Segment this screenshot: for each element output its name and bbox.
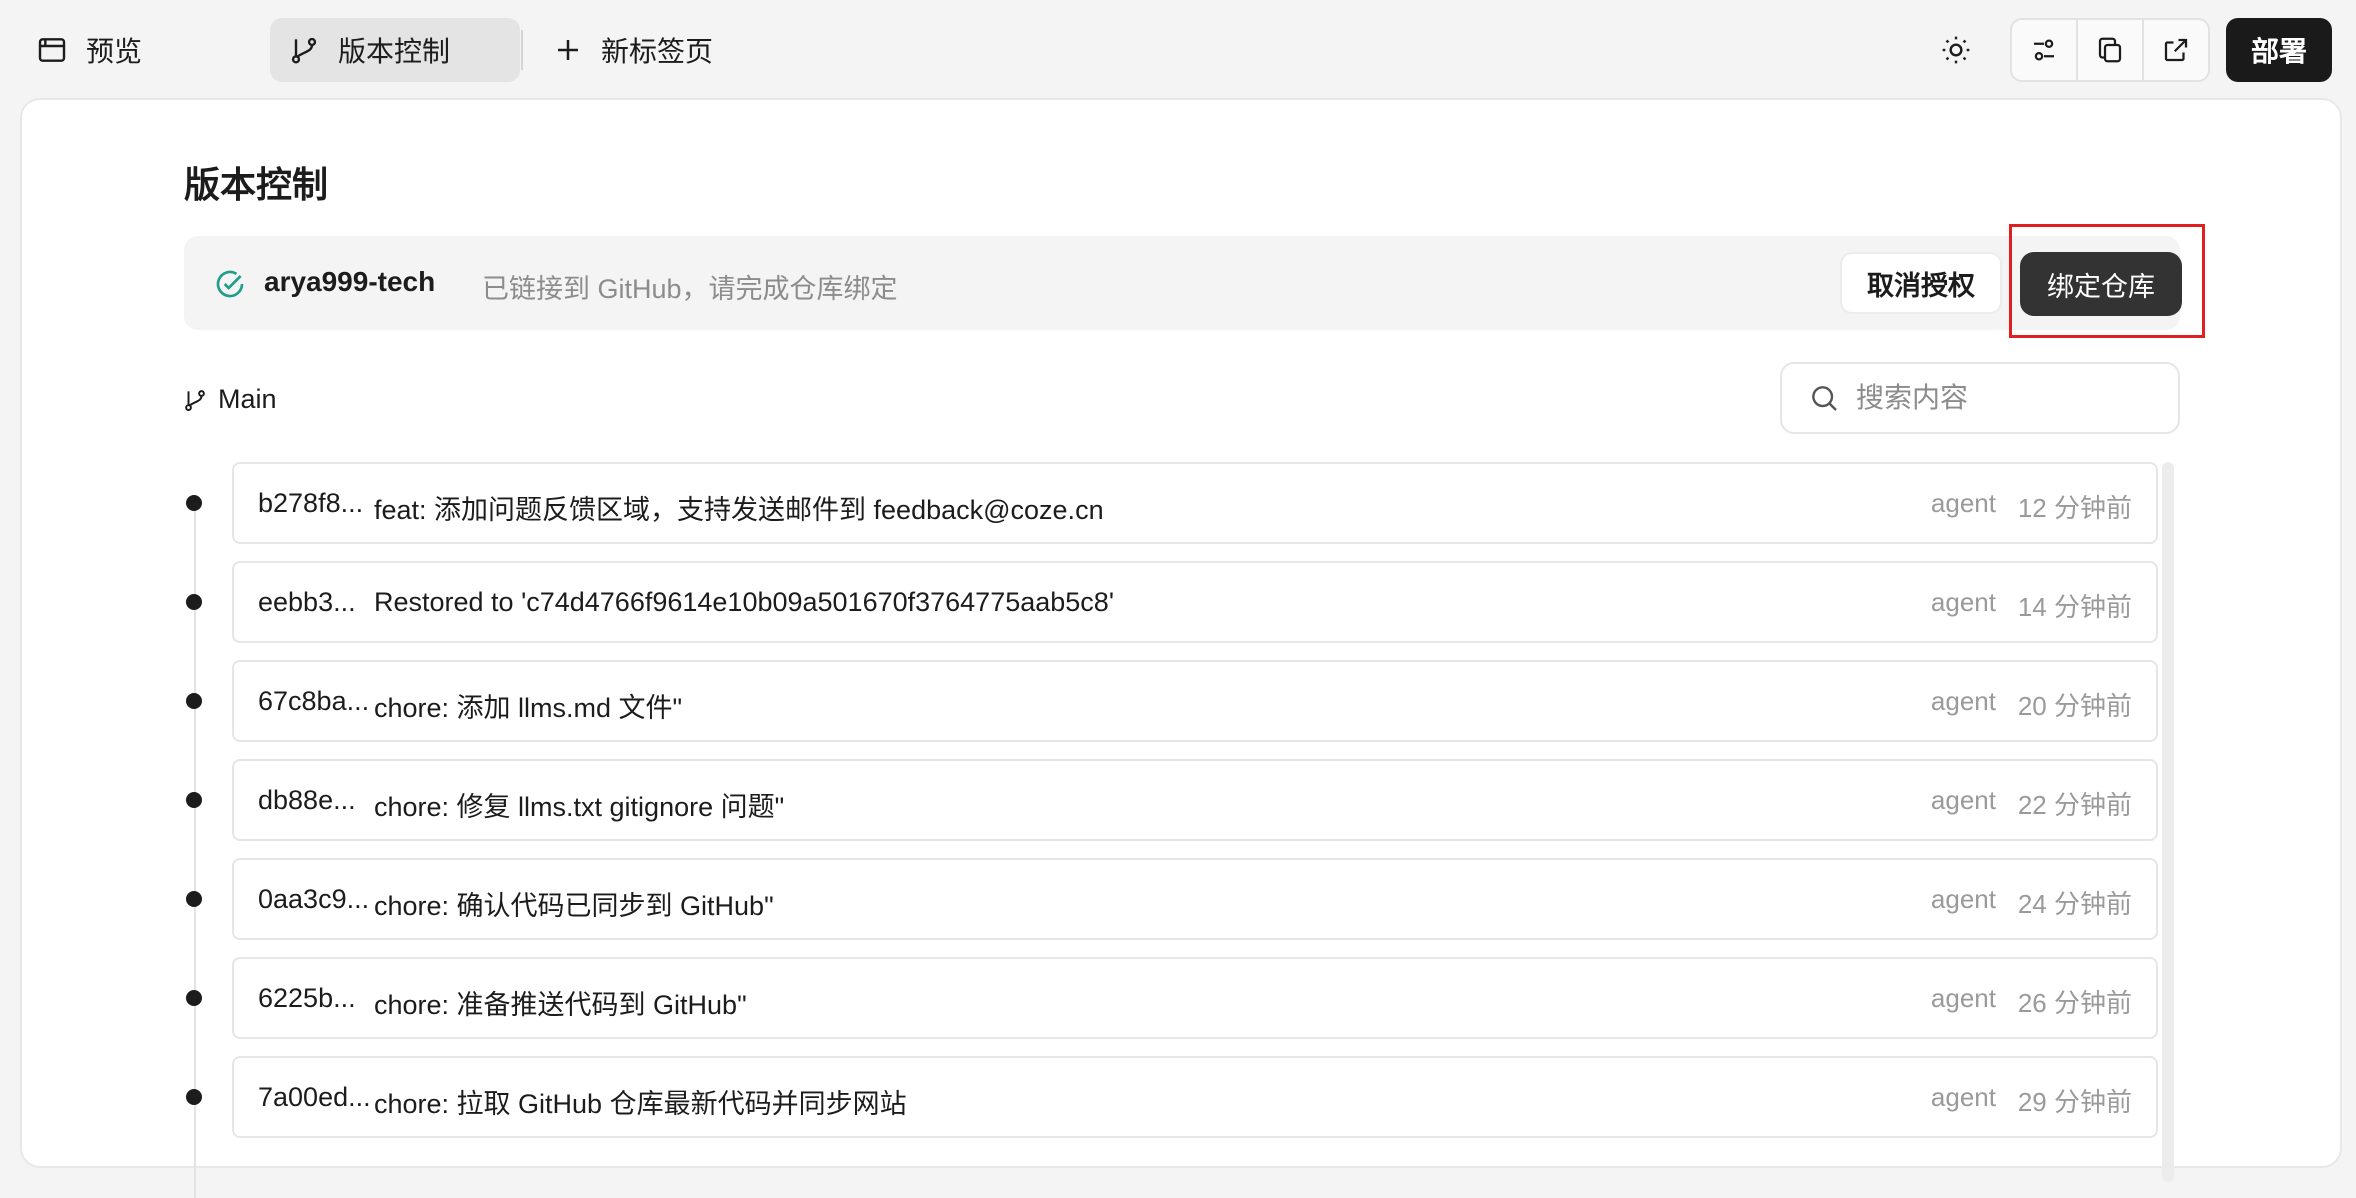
- commit-row[interactable]: db88e... chore: 修复 llms.txt gitignore 问题"…: [232, 759, 2158, 841]
- search-icon: [1812, 386, 1837, 411]
- search-input[interactable]: [1856, 382, 2156, 414]
- branch-name: Main: [218, 384, 277, 414]
- commit-row[interactable]: 6225b... chore: 准备推送代码到 GitHub" agent 26 分钟…: [232, 957, 2158, 1039]
- commit-author: agent: [1930, 686, 1996, 716]
- tab-preview-label: 预览: [86, 36, 143, 67]
- commit-author: agent: [1930, 785, 1996, 815]
- version-control-panel: 版本控制 arya999-tech 已链接到 GitHub，请完成仓库绑定 取消…: [20, 98, 2342, 1198]
- commit-time: 26 分钟前: [2017, 988, 2132, 1018]
- commit-author: agent: [1930, 587, 1996, 617]
- git-branch-icon: [291, 37, 317, 64]
- external-link-icon: [2164, 38, 2188, 62]
- commit-message: feat: 添加问题反馈区域，支持发送邮件到 feedback@coze.cn: [374, 495, 1104, 525]
- github-username: arya999-tech: [264, 266, 436, 297]
- toolbar-button-group: [2010, 18, 2210, 82]
- highlight-box: [2009, 224, 2205, 338]
- commit-time: 24 分钟前: [2017, 889, 2132, 919]
- commit-dot: [186, 594, 202, 610]
- commit-dot: [186, 792, 202, 808]
- copy-button[interactable]: [2078, 20, 2144, 80]
- branch-selector[interactable]: Main: [182, 384, 277, 415]
- commit-message: chore: 添加 llms.md 文件": [374, 693, 683, 723]
- tab-version-control-label: 版本控制: [338, 36, 451, 67]
- plus-icon: [558, 40, 578, 60]
- tab-new-label: 新标签页: [601, 36, 714, 67]
- commit-row[interactable]: b278f8... feat: 添加问题反馈区域，支持发送邮件到 feedback…: [232, 462, 2158, 544]
- commit-message: chore: 修复 llms.txt gitignore 问题": [374, 792, 785, 822]
- tab-version-control[interactable]: 版本控制: [270, 18, 520, 82]
- sun-icon: [1942, 36, 1970, 64]
- commit-message: chore: 准备推送代码到 GitHub": [374, 990, 747, 1020]
- commit-dot: [186, 1089, 202, 1105]
- commit-author: agent: [1930, 983, 1996, 1013]
- commit-hash: 0aa3c9...: [258, 884, 370, 914]
- settings-button[interactable]: [2012, 20, 2078, 80]
- theme-toggle-button[interactable]: [1926, 20, 1986, 80]
- commit-row[interactable]: 7a00ed... chore: 拉取 GitHub 仓库最新代码并同步网站 age…: [232, 1056, 2158, 1138]
- commit-hash: 67c8ba...: [258, 686, 370, 716]
- commit-message: Restored to 'c74d4766f9614e10b09a501670f…: [374, 587, 1114, 617]
- commit-time: 29 分钟前: [2017, 1087, 2132, 1117]
- commit-author: agent: [1930, 884, 1996, 914]
- search-box: [1780, 362, 2180, 434]
- sliders-icon: [2034, 39, 2054, 61]
- commit-author: agent: [1930, 488, 1996, 518]
- commit-dot: [186, 495, 202, 511]
- tab-preview[interactable]: 预览: [18, 18, 258, 82]
- commit-dot: [186, 891, 202, 907]
- copy-icon: [2098, 37, 2122, 63]
- commit-hash: eebb3...: [258, 587, 356, 617]
- check-circle-icon: [216, 270, 244, 298]
- commit-time: 22 分钟前: [2017, 790, 2132, 820]
- commit-dot: [186, 693, 202, 709]
- open-external-button[interactable]: [2144, 20, 2208, 80]
- commit-row[interactable]: eebb3... Restored to 'c74d4766f9614e10b09…: [232, 561, 2158, 643]
- tab-divider: [521, 30, 523, 70]
- tab-new[interactable]: 新标签页: [535, 18, 795, 82]
- scrollbar[interactable]: [2162, 462, 2174, 1182]
- page-title: 版本控制: [184, 164, 329, 205]
- commit-hash: db88e...: [258, 785, 356, 815]
- deploy-button[interactable]: 部署: [2226, 18, 2332, 82]
- browser-window-icon: [38, 38, 66, 62]
- link-status-text: 已链接到 GitHub，请完成仓库绑定: [482, 274, 898, 304]
- commit-hash: b278f8...: [258, 488, 364, 518]
- commit-time: 20 分钟前: [2017, 691, 2132, 721]
- commit-message: chore: 确认代码已同步到 GitHub": [374, 891, 774, 921]
- commit-row[interactable]: 0aa3c9... chore: 确认代码已同步到 GitHub" agent 24 …: [232, 858, 2158, 940]
- top-bar: 预览 版本控制 新标签页 部署: [0, 0, 2356, 100]
- commit-author: agent: [1930, 1082, 1996, 1112]
- git-branch-icon: [185, 389, 205, 411]
- commit-hash: 6225b...: [258, 983, 356, 1013]
- commit-row[interactable]: 67c8ba... chore: 添加 llms.md 文件" agent 20 分钟…: [232, 660, 2158, 742]
- commit-message: chore: 拉取 GitHub 仓库最新代码并同步网站: [374, 1089, 907, 1119]
- commit-time: 12 分钟前: [2017, 493, 2132, 523]
- revoke-authorization-button[interactable]: 取消授权: [1840, 252, 2002, 314]
- commit-dot: [186, 990, 202, 1006]
- commit-hash: 7a00ed...: [258, 1082, 371, 1112]
- commit-time: 14 分钟前: [2017, 592, 2132, 622]
